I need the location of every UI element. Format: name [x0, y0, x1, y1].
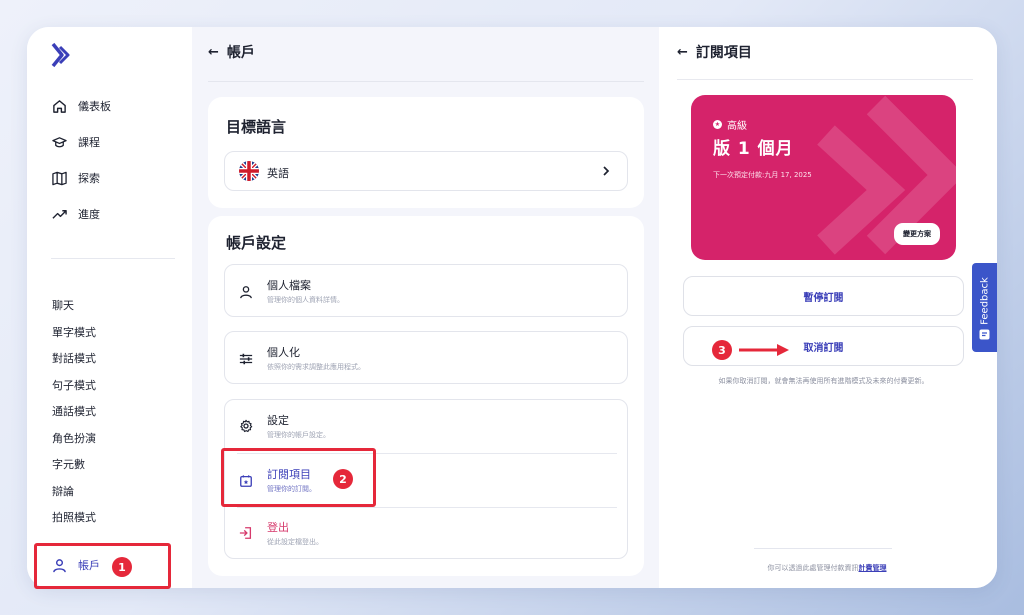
chevron-right-icon [603, 166, 610, 176]
settings-item-title: 登出 [267, 521, 289, 534]
cancel-warning-text: 如果你取消訂閱，就會無法再使用所有進階模式及未來的付費更新。 [718, 377, 929, 385]
settings-item-title: 個人檔案 [267, 279, 311, 292]
settings-item-subtitle: 從此設定檔登出。 [267, 538, 323, 546]
footer-divider [754, 548, 892, 549]
billing-note: 你可以透過此處管理付款資訊計費管理 [677, 563, 977, 573]
arrow-right-icon [739, 344, 789, 356]
uk-flag-icon [239, 161, 259, 181]
mode-item-dialogue[interactable]: 對話模式 [52, 350, 96, 366]
header-divider [677, 79, 973, 80]
settings-item-logout[interactable]: 登出 從此設定檔登出。 [225, 508, 627, 560]
sidebar-item-explore[interactable]: 探索 [52, 167, 100, 189]
plan-card: ★ 高級 版 1 個月 下一次預定付款:九月 17, 2025 變更方案 [691, 95, 956, 260]
sidebar-item-dashboard[interactable]: 儀表板 [52, 95, 111, 117]
step-badge-2: 2 [333, 469, 353, 489]
settings-item-subtitle: 依照你的需求調整此應用程式。 [267, 363, 365, 371]
back-arrow-icon[interactable]: ← [677, 45, 688, 60]
mode-item-roleplay[interactable]: 角色扮演 [52, 430, 96, 446]
mode-item-words[interactable]: 單字模式 [52, 324, 96, 340]
back-arrow-icon[interactable]: ← [208, 45, 219, 60]
sliders-icon [239, 353, 253, 365]
mode-item-characters[interactable]: 字元數 [52, 456, 85, 472]
sidebar-item-progress[interactable]: 進度 [52, 203, 100, 225]
mode-item-sentence[interactable]: 句子模式 [52, 377, 96, 393]
mode-item-photo[interactable]: 拍照模式 [52, 509, 96, 525]
subscription-header: ← 訂閱項目 [677, 42, 752, 62]
mode-item-debate[interactable]: 辯論 [52, 483, 74, 499]
billing-note-text: 你可以透過此處管理付款資訊 [767, 564, 859, 572]
sidebar-divider [51, 258, 175, 259]
logout-icon [239, 527, 252, 539]
change-plan-button[interactable]: 變更方案 [894, 223, 940, 245]
mode-item-call[interactable]: 通話模式 [52, 403, 96, 419]
language-name: 英語 [267, 167, 289, 180]
target-language-card: 目標語言 英語 [208, 97, 644, 208]
feedback-label: Feedback [979, 277, 990, 325]
feedback-icon [979, 329, 990, 340]
header-divider [208, 81, 644, 82]
settings-item-subtitle: 管理你的帳戶設定。 [267, 431, 330, 439]
user-icon [240, 286, 252, 299]
star-icon: ★ [713, 120, 722, 129]
sidebar: 儀表板 課程 探索 進度 聊天 單字模式 對話模式 句子模式 通話模式 角色扮演… [27, 27, 192, 588]
pause-subscription-button[interactable]: 暫停訂閱 [683, 276, 964, 316]
settings-item-title: 個人化 [267, 346, 300, 359]
card-title: 目標語言 [226, 118, 287, 136]
settings-item-profile[interactable]: 個人檔案 管理你的個人資料詳情。 [224, 264, 628, 317]
card-title: 帳戶設定 [226, 234, 287, 252]
account-header: ← 帳戶 [208, 42, 255, 62]
settings-item-personalization[interactable]: 個人化 依照你的需求調整此應用程式。 [224, 331, 628, 384]
billing-management-link[interactable]: 計費管理 [859, 564, 887, 572]
map-icon [52, 171, 67, 185]
plan-tier: ★ 高級 [713, 117, 747, 132]
panel-title: 訂閱項目 [695, 45, 752, 61]
sidebar-item-label: 探索 [78, 172, 100, 185]
gear-icon [240, 419, 253, 433]
account-settings-card: 帳戶設定 個人檔案 管理你的個人資料詳情。 個人化 依照你的需求調整此應用程式。… [208, 216, 644, 576]
sidebar-item-label: 進度 [78, 208, 100, 221]
plan-name: 版 1 個月 [713, 139, 794, 159]
step-badge-3: 3 [712, 340, 732, 360]
feedback-tab[interactable]: Feedback [972, 263, 997, 352]
app-window: 儀表板 課程 探索 進度 聊天 單字模式 對話模式 句子模式 通話模式 角色扮演… [27, 27, 997, 588]
sidebar-item-courses[interactable]: 課程 [52, 131, 100, 153]
settings-item-title: 設定 [267, 414, 289, 427]
subscription-panel: ← 訂閱項目 ★ 高級 版 1 個月 下一次預定付款:九月 17, 2025 變… [659, 27, 997, 588]
mode-item-chat[interactable]: 聊天 [52, 297, 74, 313]
step-badge-1: 1 [112, 557, 132, 577]
sidebar-item-label: 儀表板 [78, 100, 111, 113]
trending-up-icon [52, 209, 67, 219]
sidebar-item-label: 課程 [78, 136, 100, 149]
graduation-cap-icon [52, 136, 67, 147]
language-selector[interactable]: 英語 [224, 151, 628, 191]
settings-item-settings[interactable]: 設定 管理你的帳戶設定。 [225, 400, 627, 453]
next-payment-text: 下一次預定付款:九月 17, 2025 [713, 171, 812, 179]
app-logo-icon[interactable] [49, 42, 73, 68]
tier-label: 高級 [727, 121, 747, 132]
home-icon [53, 99, 66, 113]
settings-item-subtitle: 管理你的個人資料詳情。 [267, 296, 344, 304]
page-title: 帳戶 [226, 45, 255, 61]
highlight-account [34, 543, 171, 589]
